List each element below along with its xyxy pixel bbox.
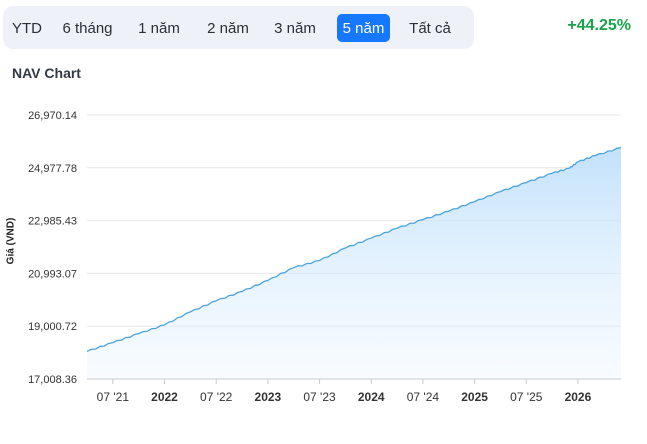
y-tick-label: 26,970.14 [28,110,77,122]
nav-chart: 17,008.36 19,000.72 20,993.07 22,985.43 24,9… [28,110,622,404]
x-tick-label: 2023 [255,390,282,404]
x-tick-label: 2026 [565,390,592,404]
x-tick-label: 07 '24 [407,390,440,404]
y-tick-label: 22,985.43 [28,216,77,228]
x-tick-label: 2024 [358,390,385,404]
y-axis-ticks: 17,008.36 19,000.72 20,993.07 22,985.43 24,9… [28,110,77,386]
y-tick-label: 24,977.78 [28,163,77,175]
y-tick-label: 20,993.07 [28,268,77,280]
x-tick-label: 07 '21 [97,390,130,404]
x-tick-label: 07 '23 [303,390,336,404]
x-tick-label: 2022 [151,390,178,404]
x-axis [87,378,621,384]
nav-area [87,147,621,379]
x-tick-label: 07 '25 [510,390,543,404]
x-tick-label: 07 '22 [200,390,233,404]
x-axis-ticks: 07 '21 2022 07 '22 2023 07 '23 2024 07 '24 2025… [97,390,592,404]
x-tick-label: 2025 [461,390,488,404]
y-tick-label: 17,008.36 [28,374,77,386]
y-tick-label: 19,000.72 [28,321,77,333]
